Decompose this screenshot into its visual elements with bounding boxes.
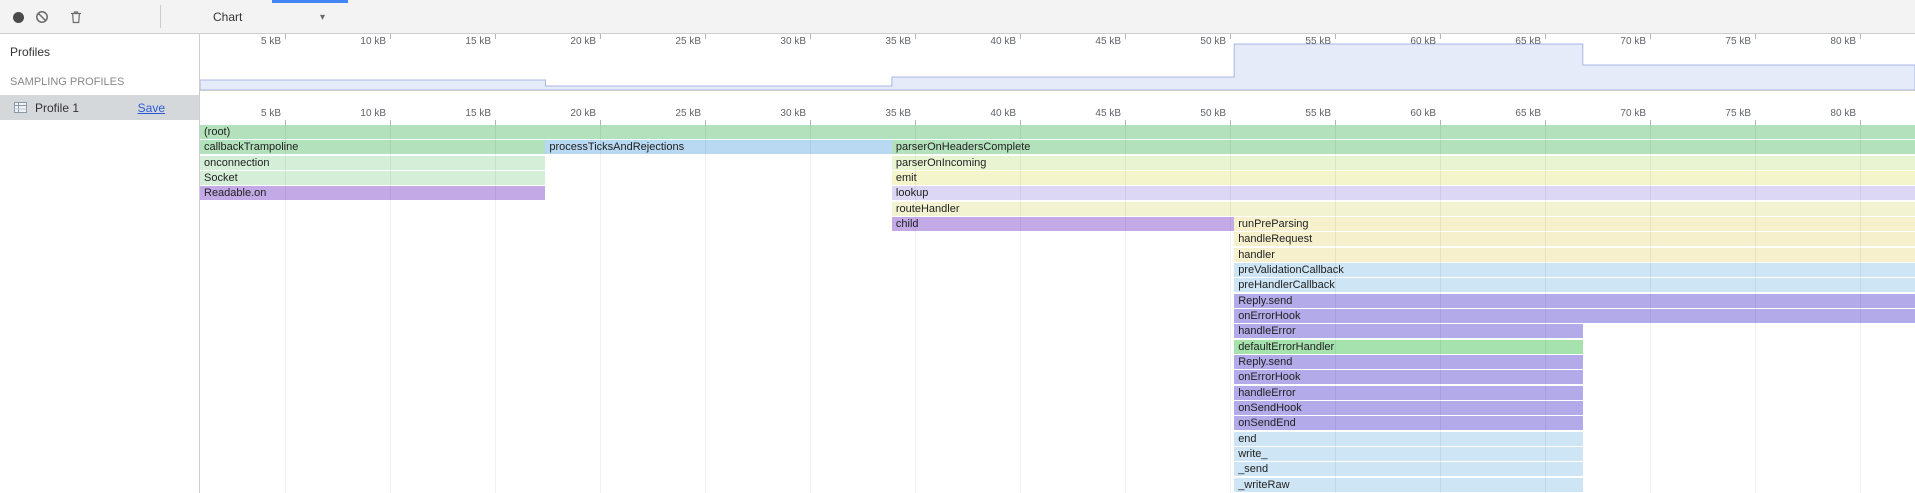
flame-frame[interactable]: processTicksAndRejections [545, 140, 892, 154]
clear-button[interactable] [32, 7, 52, 27]
ruler-tick [1650, 34, 1651, 39]
ruler-tick-label: 45 kB [1069, 108, 1121, 119]
flame-chart[interactable]: (root)callbackTrampolineprocessTicksAndR… [200, 125, 1915, 493]
profile-name: Profile 1 [35, 101, 138, 115]
sampling-profiles-label: SAMPLING PROFILES [0, 63, 199, 95]
gridline [810, 125, 811, 493]
ruler-tick [1020, 34, 1021, 39]
ruler-tick-label: 40 kB [964, 108, 1016, 119]
flame-frame[interactable]: preValidationCallback [1234, 263, 1915, 277]
toolbar: Chart ▾ [0, 0, 1915, 34]
flame-frame[interactable]: write_ [1234, 447, 1583, 461]
flame-frame[interactable]: emit [892, 171, 1915, 185]
record-icon [13, 12, 24, 23]
ruler-tick [705, 34, 706, 39]
flame-ruler[interactable]: 5 kB 10 kB 15 kB 20 kB 25 kB 30 kB 35 kB 40 kB 4… [200, 92, 1915, 125]
toolbar-divider [160, 5, 161, 28]
flame-frame[interactable]: handler [1234, 248, 1915, 262]
flame-frame[interactable]: preHandlerCallback [1234, 278, 1915, 292]
profile-icon [13, 100, 29, 115]
overview-area-graph [200, 42, 1915, 90]
ruler-tick-label: 70 kB [1594, 108, 1646, 119]
flame-frame[interactable]: parserOnHeadersComplete [892, 140, 1915, 154]
profile-item[interactable]: Profile 1 Save [0, 95, 199, 120]
ruler-tick [285, 34, 286, 39]
flame-frame[interactable]: handleRequest [1234, 232, 1915, 246]
flame-frame[interactable]: routeHandler [892, 202, 1915, 216]
ruler-tick-label: 50 kB [1174, 108, 1226, 119]
clear-icon [35, 10, 49, 24]
memory-overview[interactable]: 5 kB10 kB15 kB20 kB25 kB30 kB35 kB40 kB4… [200, 34, 1915, 91]
active-tab-indicator [272, 0, 348, 3]
ruler-tick-label: 65 kB [1489, 108, 1541, 119]
devtools-profiler-panel: Chart ▾ Profiles SAMPLING PROFILES Profi… [0, 0, 1915, 493]
ruler-tick-label: 30 kB [754, 108, 806, 119]
view-mode-select[interactable]: Chart ▾ [205, 5, 333, 29]
ruler-tick-label: 80 kB [1804, 108, 1856, 119]
flame-frame[interactable]: Readable.on [200, 186, 545, 200]
ruler-tick-label: 55 kB [1279, 108, 1331, 119]
ruler-tick [1440, 34, 1441, 39]
ruler-tick [1125, 34, 1126, 39]
ruler-tick-label: 60 kB [1384, 108, 1436, 119]
flame-frame[interactable]: handleError [1234, 324, 1583, 338]
flame-frame[interactable]: Reply.send [1234, 294, 1915, 308]
ruler-tick [600, 34, 601, 39]
flame-frame[interactable]: onSendEnd [1234, 416, 1583, 430]
flame-frame[interactable]: child [892, 217, 1234, 231]
flame-frame[interactable]: _writeRaw [1234, 478, 1583, 492]
ruler-tick-label: 15 kB [439, 108, 491, 119]
chevron-down-icon: ▾ [320, 12, 325, 23]
ruler-tick [810, 34, 811, 39]
gridline [705, 125, 706, 493]
ruler-tick-label: 75 kB [1699, 108, 1751, 119]
ruler-tick-label: 25 kB [649, 108, 701, 119]
flame-frame[interactable]: onconnection [200, 156, 545, 170]
flame-frame[interactable]: end [1234, 432, 1583, 446]
chart-pane: 5 kB 10 kB 15 kB 20 kB 25 kB 30 kB 35 kB 40 kB 4… [200, 34, 1915, 493]
flame-frame[interactable]: onSendHook [1234, 401, 1583, 415]
sidebar: Profiles SAMPLING PROFILES Profile 1 Sav… [0, 34, 200, 493]
trash-icon [69, 10, 83, 24]
ruler-tick-label: 35 kB [859, 108, 911, 119]
flame-frame[interactable]: runPreParsing [1234, 217, 1915, 231]
ruler-tick [1755, 34, 1756, 39]
flame-frame[interactable]: Socket [200, 171, 545, 185]
ruler-tick-label: 20 kB [544, 108, 596, 119]
flame-frame[interactable]: lookup [892, 186, 1915, 200]
gridline [600, 125, 601, 493]
ruler-tick [1230, 34, 1231, 39]
ruler-tick [1860, 34, 1861, 39]
ruler-tick [495, 34, 496, 39]
delete-profile-button[interactable] [66, 7, 86, 27]
flame-frame[interactable]: (root) [200, 125, 1915, 139]
flame-frame[interactable]: onErrorHook [1234, 370, 1583, 384]
flame-frame[interactable]: Reply.send [1234, 355, 1583, 369]
ruler-tick [390, 34, 391, 39]
save-profile-link[interactable]: Save [138, 101, 165, 115]
profiles-header: Profiles [0, 34, 199, 63]
flame-frame[interactable]: parserOnIncoming [892, 156, 1915, 170]
flame-frame[interactable]: callbackTrampoline [200, 140, 545, 154]
ruler-tick-label: 10 kB [334, 108, 386, 119]
flame-frame[interactable]: defaultErrorHandler [1234, 340, 1583, 354]
ruler-tick-label: 5 kB [229, 108, 281, 119]
view-mode-value: Chart [213, 10, 242, 24]
flame-frame[interactable]: onErrorHook [1234, 309, 1915, 323]
ruler-tick [915, 34, 916, 39]
record-button[interactable] [8, 7, 28, 27]
ruler-tick [1335, 34, 1336, 39]
flame-frame[interactable]: handleError [1234, 386, 1583, 400]
flame-frame[interactable]: _send [1234, 462, 1583, 476]
ruler-tick [1545, 34, 1546, 39]
